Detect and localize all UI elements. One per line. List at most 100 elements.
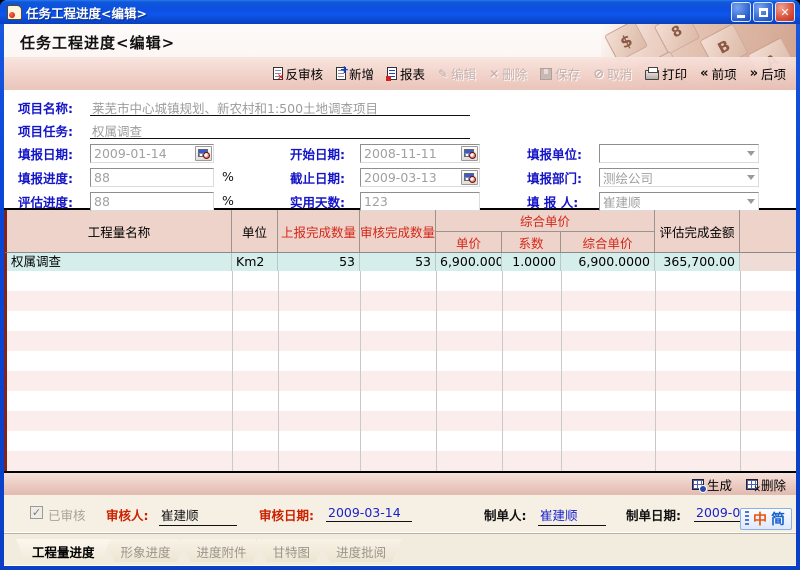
save-icon bbox=[540, 68, 552, 80]
report-date-field: 2009-01-14 bbox=[90, 144, 214, 163]
app-window: 任务工程进度<编辑> ✕ $ 8 B A ✎ 任务工程进度<编辑> 反审核 bbox=[0, 0, 800, 570]
report-icon bbox=[387, 67, 397, 80]
audit-date-label: 审核日期: bbox=[259, 505, 314, 524]
prev-item-button[interactable]: « 前项 bbox=[700, 64, 736, 83]
start-date-label: 开始日期: bbox=[290, 144, 360, 163]
maker-field[interactable]: 崔建顺 bbox=[538, 505, 606, 526]
percent-suffix: % bbox=[222, 169, 234, 184]
ime-pen-icon: 中 bbox=[753, 509, 767, 529]
table-row[interactable]: 权属调查 Km2 53 53 6,900.0000 1.0000 6,900.0… bbox=[4, 253, 796, 271]
unaudit-icon bbox=[273, 67, 283, 80]
project-task-label: 项目任务: bbox=[18, 121, 90, 140]
col-filler bbox=[740, 210, 796, 252]
maximize-icon bbox=[759, 8, 768, 17]
page-title: 任务工程进度<编辑> bbox=[4, 24, 796, 53]
quantity-table: 工程量名称 单位 上报完成数量 审核完成数量 综合单价 评估完成金额 单价 系数… bbox=[4, 208, 796, 473]
tab-visual-progress[interactable]: 形象进度 bbox=[105, 539, 187, 562]
report-unit-combo bbox=[599, 144, 759, 163]
delete-icon bbox=[489, 66, 499, 81]
tab-gantt-chart[interactable]: 甘特图 bbox=[257, 539, 327, 562]
print-button[interactable]: 打印 bbox=[645, 64, 687, 83]
end-date-field: 2009-03-13 bbox=[360, 168, 480, 187]
cancel-icon bbox=[593, 66, 604, 82]
ime-mode-label[interactable]: 简 bbox=[771, 509, 785, 529]
skip-prev-icon: « bbox=[700, 67, 708, 80]
printer-icon bbox=[645, 70, 659, 80]
col-eval-amount: 评估完成金额 bbox=[655, 210, 740, 252]
close-button[interactable]: ✕ bbox=[775, 2, 795, 22]
col-composite-group: 综合单价 bbox=[436, 210, 655, 232]
eval-progress-field: 88 bbox=[90, 192, 214, 211]
col-unit: 单位 bbox=[232, 210, 278, 252]
titlebar: 任务工程进度<编辑> ✕ bbox=[0, 0, 800, 24]
percent-suffix: % bbox=[222, 193, 234, 208]
calendar-icon[interactable] bbox=[461, 170, 478, 185]
edit-icon bbox=[438, 66, 448, 81]
report-button[interactable]: 报表 bbox=[387, 64, 425, 83]
col-name: 工程量名称 bbox=[7, 210, 232, 252]
tab-quantity-progress[interactable]: 工程量进度 bbox=[16, 539, 111, 562]
chevron-down-icon bbox=[747, 199, 755, 208]
start-date-field: 2008-11-11 bbox=[360, 144, 480, 163]
grid-toolbar: 生成 删除 bbox=[4, 473, 796, 495]
add-icon bbox=[336, 67, 346, 80]
audit-row: ✓ 已审核 审核人: 崔建顺 审核日期: 2009-03-14 制单人: 崔建顺… bbox=[4, 495, 796, 532]
report-dept-combo: 测绘公司 bbox=[599, 168, 759, 187]
empty-grid-rows bbox=[4, 271, 796, 471]
eval-progress-label: 评估进度: bbox=[18, 192, 90, 211]
report-unit-label: 填报单位: bbox=[527, 144, 599, 163]
col-composite-price: 综合单价 bbox=[561, 232, 655, 252]
generate-button[interactable]: 生成 bbox=[692, 475, 732, 494]
audit-date-field[interactable]: 2009-03-14 bbox=[326, 505, 412, 522]
maximize-button[interactable] bbox=[753, 2, 773, 22]
actual-days-label: 实用天数: bbox=[290, 192, 360, 211]
report-progress-field: 88 bbox=[90, 168, 214, 187]
report-dept-label: 填报部门: bbox=[527, 168, 599, 187]
maker-label: 制单人: bbox=[484, 505, 527, 524]
chevron-down-icon bbox=[747, 151, 755, 160]
make-date-label: 制单日期: bbox=[626, 505, 681, 524]
unaudit-button[interactable]: 反审核 bbox=[273, 64, 324, 83]
report-progress-label: 填报进度: bbox=[18, 168, 90, 187]
delete-button: 删除 bbox=[489, 64, 527, 83]
reporter-combo: 崔建顺 bbox=[599, 192, 759, 211]
audited-checkbox: ✓ bbox=[30, 506, 43, 519]
tab-progress-review[interactable]: 进度批阅 bbox=[320, 539, 402, 562]
actual-days-field: 123 bbox=[360, 192, 480, 211]
report-date-label: 填报日期: bbox=[18, 144, 90, 163]
col-audited-qty: 审核完成数量 bbox=[360, 210, 436, 252]
auditor-label: 审核人: bbox=[106, 505, 149, 524]
project-task-value: 权属调查 bbox=[90, 121, 470, 139]
col-coefficient: 系数 bbox=[502, 232, 561, 252]
auditor-field[interactable]: 崔建顺 bbox=[159, 505, 237, 526]
form-area: 项目名称: 莱芜市中心城镇规划、新农村和1:500土地调查项目 项目任务: 权属… bbox=[4, 90, 796, 208]
minimize-button[interactable] bbox=[731, 2, 751, 22]
table-header: 工程量名称 单位 上报完成数量 审核完成数量 综合单价 评估完成金额 单价 系数… bbox=[4, 210, 796, 253]
minimize-icon bbox=[737, 15, 745, 18]
close-icon: ✕ bbox=[780, 6, 789, 19]
skip-next-icon: » bbox=[750, 67, 758, 80]
end-date-label: 截止日期: bbox=[290, 168, 360, 187]
grid-delete-button[interactable]: 删除 bbox=[746, 475, 786, 494]
project-name-label: 项目名称: bbox=[18, 98, 90, 117]
next-item-button[interactable]: » 后项 bbox=[750, 64, 786, 83]
app-icon bbox=[7, 5, 22, 20]
save-button: 保存 bbox=[540, 64, 580, 83]
edit-button: 编辑 bbox=[438, 64, 476, 83]
cancel-button: 取消 bbox=[593, 64, 632, 83]
chevron-down-icon bbox=[747, 175, 755, 184]
project-name-value: 莱芜市中心城镇规划、新农村和1:500土地调查项目 bbox=[90, 98, 470, 116]
app-header: $ 8 B A ✎ 任务工程进度<编辑> 反审核 新增 报表 bbox=[4, 24, 796, 90]
main-toolbar: 反审核 新增 报表 编辑 删除 bbox=[4, 57, 796, 90]
audited-label: 已审核 bbox=[48, 505, 86, 524]
window-content: $ 8 B A ✎ 任务工程进度<编辑> 反审核 新增 报表 bbox=[4, 24, 796, 566]
bottom-tabbar: 工程量进度 形象进度 进度附件 甘特图 进度批阅 bbox=[4, 532, 796, 565]
tab-progress-attachment[interactable]: 进度附件 bbox=[181, 539, 263, 562]
window-title: 任务工程进度<编辑> bbox=[26, 3, 147, 22]
calendar-icon[interactable] bbox=[195, 146, 212, 161]
calendar-icon[interactable] bbox=[461, 146, 478, 161]
drag-handle-icon[interactable] bbox=[745, 511, 749, 527]
ime-bar[interactable]: 中 简 bbox=[740, 508, 792, 530]
col-unit-price: 单价 bbox=[436, 232, 502, 252]
add-button[interactable]: 新增 bbox=[336, 64, 374, 83]
